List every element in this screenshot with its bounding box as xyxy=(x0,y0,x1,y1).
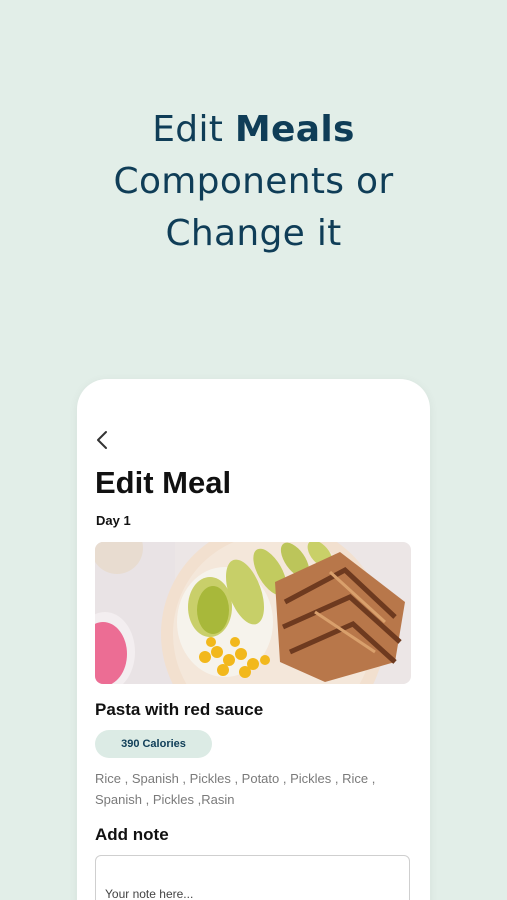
headline-bold-word: Meals xyxy=(234,109,355,150)
add-note-label: Add note xyxy=(95,825,169,844)
chevron-left-icon[interactable] xyxy=(93,429,113,451)
ingredients-list: Rice , Spanish , Pickles , Potato , Pick… xyxy=(95,771,376,807)
headline-line-3: Change it xyxy=(165,213,342,254)
headline-prefix: Edit xyxy=(152,109,235,150)
meal-name: Pasta with red sauce xyxy=(95,700,264,719)
phone-screen: Edit Meal Day 1 Pasta with red sauce 390 xyxy=(77,379,430,900)
headline-line-1: Edit Meals xyxy=(0,104,507,156)
calories-badge: 390 Calories xyxy=(95,730,212,758)
page-title: Edit Meal xyxy=(95,465,232,500)
meal-photo xyxy=(95,542,411,684)
promo-headline: Edit Meals Components or Change it xyxy=(0,104,507,260)
note-input[interactable] xyxy=(95,855,410,900)
day-label: Day 1 xyxy=(96,513,131,528)
headline-line-2: Components or xyxy=(113,161,394,202)
